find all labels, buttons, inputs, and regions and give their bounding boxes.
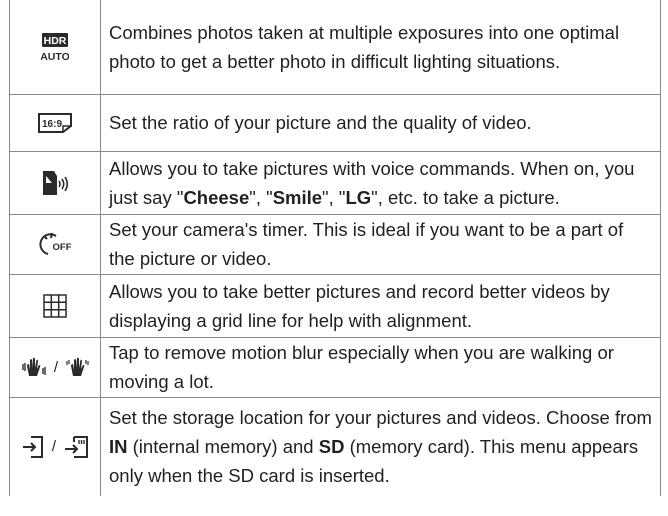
icon-cell <box>9 273 101 338</box>
ratio-icon-label: 16:9 <box>42 119 62 130</box>
camera-settings-table: HDR AUTO Combines photos taken at multip… <box>9 0 661 496</box>
timer-off-icon: OFF <box>38 230 72 258</box>
row-description: Combines photos taken at multiple exposu… <box>100 0 661 95</box>
icon-separator: / <box>51 438 57 456</box>
bold-term: Cheese <box>183 186 250 208</box>
description-text: ", etc. to take a picture. <box>371 186 560 208</box>
icon-cell <box>9 150 101 215</box>
hdr-auto-icon: HDR AUTO <box>41 32 69 62</box>
steady-shot-on-icon <box>21 356 47 378</box>
table-row-grid: Allows you to take better pictures and r… <box>9 273 661 338</box>
aspect-ratio-icon: 16:9 <box>37 112 73 134</box>
table-row-timer: OFF Set your camera's timer. This is ide… <box>9 213 661 275</box>
bold-term: SD <box>318 436 345 458</box>
table-row-hdr: HDR AUTO Combines photos taken at multip… <box>9 0 661 95</box>
icon-separator: / <box>53 358 59 376</box>
icon-cell: OFF <box>9 213 101 275</box>
bold-term: IN <box>109 436 128 458</box>
bold-term: Smile <box>272 186 323 208</box>
description-text: ", " <box>322 186 346 208</box>
hdr-icon-label: HDR <box>44 35 67 47</box>
table-row-ratio: 16:9 Set the ratio of your picture and t… <box>9 93 661 152</box>
bold-term: LG <box>345 186 372 208</box>
icon-cell: / <box>9 396 101 496</box>
grid-icon <box>43 293 67 318</box>
steady-shot-off-icon <box>65 356 89 378</box>
row-description: Allows you to take pictures with voice c… <box>100 150 661 215</box>
icon-cell: / <box>9 336 101 398</box>
icon-cell: HDR AUTO <box>9 0 101 95</box>
table-row-storage: / Set the storage location for your pict… <box>9 396 661 496</box>
row-description: Tap to remove motion blur especially whe… <box>100 336 661 398</box>
icon-cell: 16:9 <box>9 93 101 152</box>
storage-sd-icon <box>63 434 89 460</box>
auto-icon-label: AUTO <box>41 51 69 62</box>
voice-shutter-icon <box>40 170 70 196</box>
row-description: Set the ratio of your picture and the qu… <box>100 93 661 152</box>
storage-internal-icon <box>21 434 45 460</box>
row-description: Allows you to take better pictures and r… <box>100 273 661 338</box>
table-row-voice-shutter: Allows you to take pictures with voice c… <box>9 150 661 215</box>
description-text: Set the storage location for your pictur… <box>109 407 652 429</box>
description-text: (internal memory) and <box>127 436 319 458</box>
row-description: Set the storage location for your pictur… <box>100 396 661 496</box>
description-text: ", " <box>249 186 273 208</box>
table-row-steady: / Tap to remove motion blur especially w… <box>9 336 661 398</box>
timer-off-label: OFF <box>53 242 72 253</box>
row-description: Set your camera's timer. This is ideal i… <box>100 213 661 275</box>
